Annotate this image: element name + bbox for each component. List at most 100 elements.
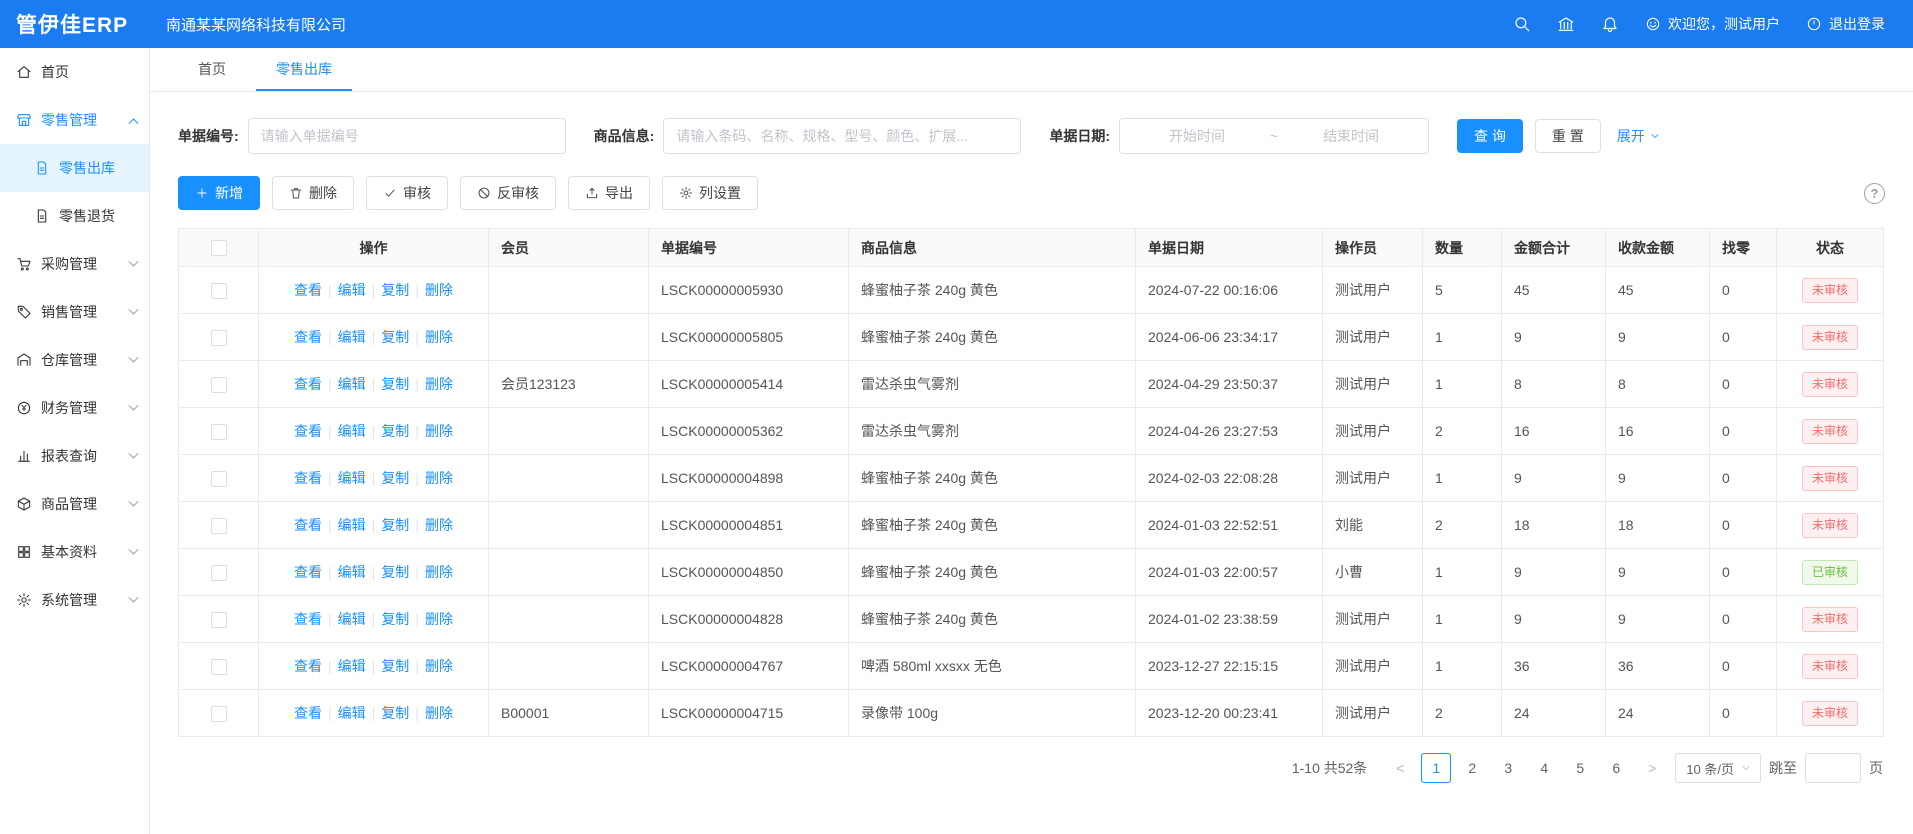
page-button-2[interactable]: 2 — [1457, 753, 1487, 783]
row-action-edit[interactable]: 编辑 — [338, 423, 366, 439]
row-action-edit[interactable]: 编辑 — [338, 470, 366, 486]
select-all-checkbox[interactable] — [211, 240, 227, 256]
sidebar-item-system[interactable]: 系统管理 — [0, 576, 149, 624]
row-action-delete[interactable]: 删除 — [425, 611, 453, 627]
sidebar-item-report[interactable]: 报表查询 — [0, 432, 149, 480]
prev-page-button[interactable]: < — [1385, 753, 1415, 783]
search-icon[interactable] — [1513, 15, 1531, 33]
sidebar-item-sales[interactable]: 销售管理 — [0, 288, 149, 336]
row-action-copy[interactable]: 复制 — [381, 423, 409, 439]
export-button[interactable]: 导出 — [568, 176, 650, 210]
row-action-delete[interactable]: 删除 — [425, 470, 453, 486]
row-action-copy[interactable]: 复制 — [381, 282, 409, 298]
row-action-view[interactable]: 查看 — [294, 423, 322, 439]
row-action-copy[interactable]: 复制 — [381, 611, 409, 627]
row-action-copy[interactable]: 复制 — [381, 705, 409, 721]
row-action-edit[interactable]: 编辑 — [338, 282, 366, 298]
jump-page-input[interactable] — [1805, 753, 1861, 783]
search-button[interactable]: 查 询 — [1457, 119, 1523, 153]
row-checkbox[interactable] — [211, 659, 227, 675]
audit-button[interactable]: 审核 — [366, 176, 448, 210]
sidebar-item-retail-return[interactable]: 零售退货 — [0, 192, 149, 240]
sidebar-item-purchase[interactable]: 采购管理 — [0, 240, 149, 288]
sidebar-item-home[interactable]: 首页 — [0, 48, 149, 96]
page-button-1[interactable]: 1 — [1421, 753, 1451, 783]
row-action-delete[interactable]: 删除 — [425, 564, 453, 580]
row-checkbox[interactable] — [211, 518, 227, 534]
bell-icon[interactable] — [1601, 15, 1619, 33]
delete-button[interactable]: 删除 — [272, 176, 354, 210]
row-action-edit[interactable]: 编辑 — [338, 658, 366, 674]
date-range-picker[interactable]: ~ — [1119, 118, 1429, 154]
row-action-copy[interactable]: 复制 — [381, 658, 409, 674]
row-action-view[interactable]: 查看 — [294, 470, 322, 486]
expand-link[interactable]: 展开 — [1617, 126, 1661, 146]
row-action-delete[interactable]: 删除 — [425, 376, 453, 392]
date-end-input[interactable] — [1284, 128, 1418, 144]
row-action-view[interactable]: 查看 — [294, 564, 322, 580]
row-checkbox[interactable] — [211, 565, 227, 581]
page-button-6[interactable]: 6 — [1601, 753, 1631, 783]
row-action-delete[interactable]: 删除 — [425, 658, 453, 674]
row-action-view[interactable]: 查看 — [294, 517, 322, 533]
row-action-edit[interactable]: 编辑 — [338, 611, 366, 627]
pagination-total: 1-10 共52条 — [1292, 758, 1367, 778]
row-action-copy[interactable]: 复制 — [381, 470, 409, 486]
tab-home[interactable]: 首页 — [178, 48, 246, 91]
row-action-view[interactable]: 查看 — [294, 658, 322, 674]
date-start-input[interactable] — [1130, 128, 1264, 144]
page-button-4[interactable]: 4 — [1529, 753, 1559, 783]
cell-total: 45 — [1502, 267, 1606, 314]
row-action-view[interactable]: 查看 — [294, 705, 322, 721]
product-info-input[interactable] — [663, 118, 1021, 154]
sidebar-item-retail-outbound[interactable]: 零售出库 — [0, 144, 149, 192]
action-divider: | — [328, 470, 332, 486]
next-page-button[interactable]: > — [1637, 753, 1667, 783]
logout-button[interactable]: 退出登录 — [1806, 14, 1885, 34]
row-checkbox[interactable] — [211, 377, 227, 393]
row-action-delete[interactable]: 删除 — [425, 705, 453, 721]
cell-qty: 1 — [1423, 596, 1502, 643]
row-action-view[interactable]: 查看 — [294, 282, 322, 298]
sidebar-item-finance[interactable]: 财务管理 — [0, 384, 149, 432]
sidebar-item-basic[interactable]: 基本资料 — [0, 528, 149, 576]
tab-retail-outbound[interactable]: 零售出库 — [256, 48, 352, 91]
action-divider: | — [415, 376, 419, 392]
column-settings-button[interactable]: 列设置 — [662, 176, 758, 210]
row-checkbox[interactable] — [211, 283, 227, 299]
bank-icon[interactable] — [1557, 15, 1575, 33]
reset-button[interactable]: 重 置 — [1535, 119, 1601, 153]
row-action-copy[interactable]: 复制 — [381, 329, 409, 345]
sidebar-item-warehouse[interactable]: 仓库管理 — [0, 336, 149, 384]
sidebar-item-goods[interactable]: 商品管理 — [0, 480, 149, 528]
page-button-5[interactable]: 5 — [1565, 753, 1595, 783]
unaudit-button[interactable]: 反审核 — [460, 176, 556, 210]
page-button-3[interactable]: 3 — [1493, 753, 1523, 783]
row-action-edit[interactable]: 编辑 — [338, 376, 366, 392]
row-checkbox[interactable] — [211, 424, 227, 440]
row-action-delete[interactable]: 删除 — [425, 329, 453, 345]
row-action-view[interactable]: 查看 — [294, 329, 322, 345]
row-action-edit[interactable]: 编辑 — [338, 705, 366, 721]
row-action-delete[interactable]: 删除 — [425, 517, 453, 533]
row-action-edit[interactable]: 编辑 — [338, 517, 366, 533]
row-action-view[interactable]: 查看 — [294, 611, 322, 627]
row-checkbox[interactable] — [211, 471, 227, 487]
row-action-delete[interactable]: 删除 — [425, 282, 453, 298]
row-checkbox[interactable] — [211, 612, 227, 628]
row-action-view[interactable]: 查看 — [294, 376, 322, 392]
row-action-delete[interactable]: 删除 — [425, 423, 453, 439]
row-action-copy[interactable]: 复制 — [381, 517, 409, 533]
row-action-edit[interactable]: 编辑 — [338, 329, 366, 345]
add-button[interactable]: 新增 — [178, 176, 260, 210]
row-action-copy[interactable]: 复制 — [381, 564, 409, 580]
page-size-select[interactable]: 10 条/页 — [1675, 753, 1761, 783]
row-action-copy[interactable]: 复制 — [381, 376, 409, 392]
row-action-edit[interactable]: 编辑 — [338, 564, 366, 580]
user-welcome[interactable]: 欢迎您，测试用户 — [1645, 14, 1780, 34]
bill-no-input[interactable] — [248, 118, 566, 154]
help-icon[interactable]: ? — [1864, 183, 1885, 204]
row-checkbox[interactable] — [211, 330, 227, 346]
sidebar-item-retail[interactable]: 零售管理 — [0, 96, 149, 144]
row-checkbox[interactable] — [211, 706, 227, 722]
